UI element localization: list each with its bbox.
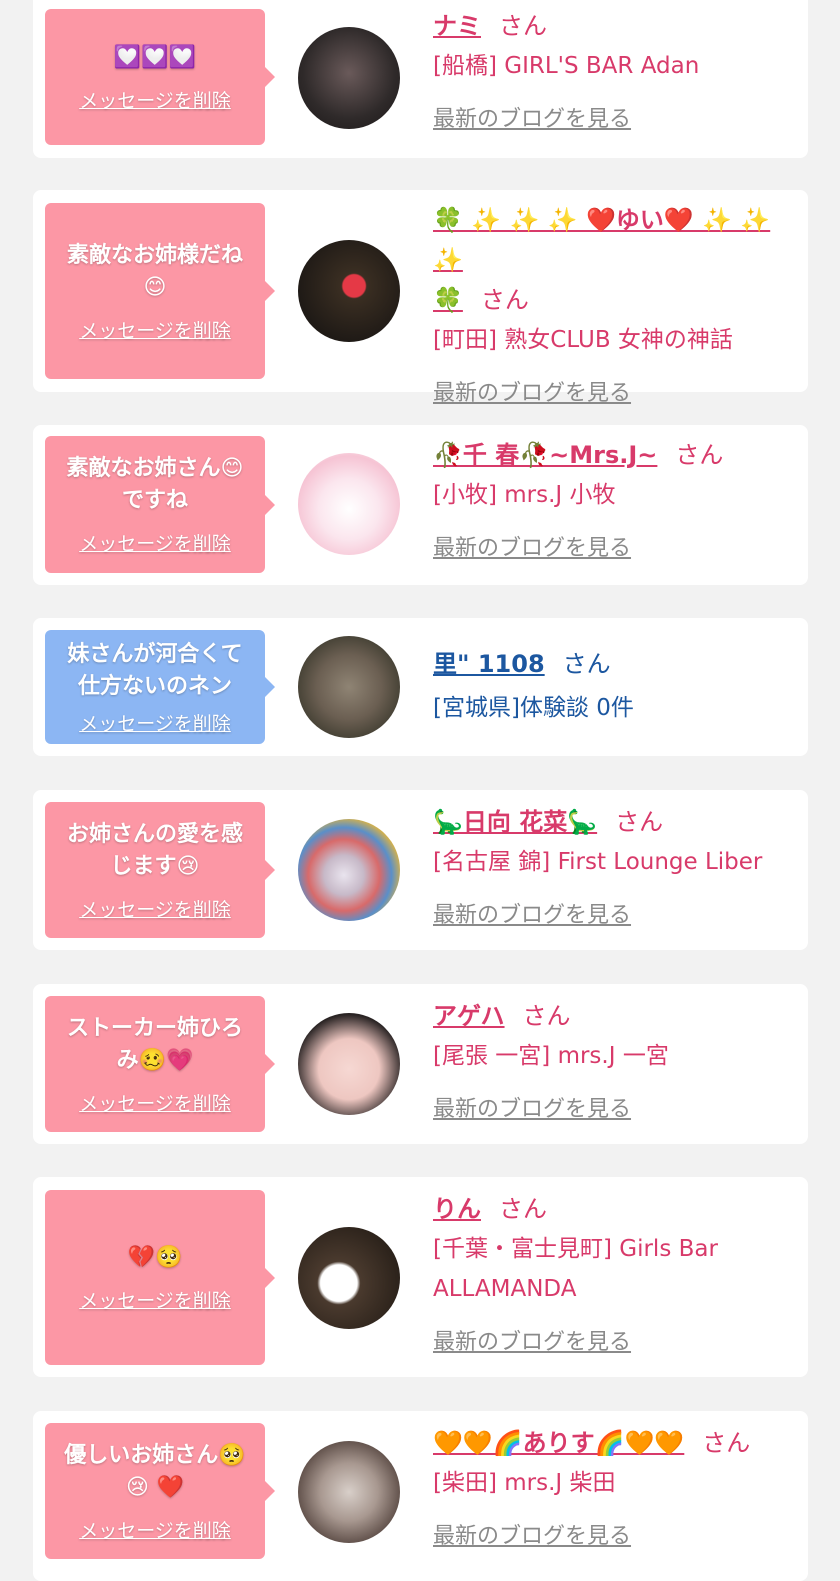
honorific: さん [562, 650, 611, 678]
shop-text: [名古屋 錦] First Lounge Liber [433, 849, 763, 875]
message-bubble: 優しいお姉さん🥺 😢 ❤️ メッセージを削除 [45, 1423, 275, 1559]
delete-message-link[interactable]: メッセージを削除 [79, 709, 231, 736]
honorific: さん [675, 441, 724, 469]
message-text-line2: 😢 ❤️ [126, 1474, 184, 1500]
avatar[interactable] [298, 636, 400, 738]
member-name-link[interactable]: りん [433, 1195, 481, 1223]
shop-text: [千葉・富士見町] Girls Bar [433, 1236, 718, 1262]
honorific: さん [615, 808, 664, 836]
member-name-link[interactable]: 🦕日向 花菜🦕 [433, 808, 597, 836]
avatar[interactable] [298, 819, 400, 921]
blog-link[interactable]: 最新のブログを見る [433, 1517, 631, 1557]
delete-message-link[interactable]: メッセージを削除 [79, 1516, 231, 1543]
message-text: お姉さんの愛を感 [66, 821, 243, 847]
member-info: 里" 1108 さん [宮城県]体験談 0件 [433, 644, 788, 728]
member-name-link[interactable]: 里" 1108 [433, 650, 545, 678]
message-text: 素敵なお姉様だね [66, 242, 243, 268]
member-name-link[interactable]: アゲハ [433, 1002, 505, 1030]
delete-message-link[interactable]: メッセージを削除 [79, 1089, 231, 1116]
member-name-link[interactable]: 🍀 ✨ ✨ ✨ ❤️ゆい❤️ ✨ ✨ ✨ [433, 206, 770, 274]
message-bubble: ストーカー姉ひろ み🥴💗 メッセージを削除 [45, 996, 275, 1132]
message-bubble: 妹さんが河合くて 仕方ないのネン メッセージを削除 [45, 630, 275, 744]
blog-link[interactable]: 最新のブログを見る [433, 374, 631, 414]
message-text-line2: 仕方ないのネン [77, 673, 232, 699]
message-card: ストーカー姉ひろ み🥴💗 メッセージを削除 アゲハ さん [尾張 一宮] mrs.… [33, 984, 808, 1144]
message-card: 妹さんが河合くて 仕方ないのネン メッセージを削除 里" 1108 さん [宮城県… [33, 618, 808, 756]
avatar[interactable] [298, 1227, 400, 1329]
message-text: 素敵なお姉さん😊 [66, 456, 244, 481]
message-text: 優しいお姉さん🥺 [64, 1442, 246, 1468]
message-card: 優しいお姉さん🥺 😢 ❤️ メッセージを削除 🧡🧡🌈ありす🌈🧡🧡 さん [柴田] … [33, 1411, 808, 1581]
blog-link[interactable]: 最新のブログを見る [433, 1090, 631, 1130]
honorific: さん [480, 286, 529, 314]
honorific: さん [499, 1195, 547, 1223]
message-card: 💟💟💟 メッセージを削除 ナミ さん [船橋] GIRL'S BAR Adan 最… [33, 0, 808, 158]
member-info: 🧡🧡🌈ありす🌈🧡🧡 さん [柴田] mrs.J 柴田 最新のブログを見る [433, 1423, 788, 1557]
shop-text: [柴田] mrs.J 柴田 [433, 1470, 616, 1496]
message-text: ストーカー姉ひろ [66, 1015, 243, 1041]
message-card: 素敵なお姉さん😊 ですね メッセージを削除 🥀千 春🥀~Mrs.J~ さん [小牧… [33, 425, 808, 585]
delete-message-link[interactable]: メッセージを削除 [79, 1286, 231, 1313]
blog-link[interactable]: 最新のブログを見る [433, 1323, 631, 1363]
shop-text: [宮城県]体験談 0件 [433, 695, 634, 721]
honorific: さん [499, 12, 547, 40]
member-info: ナミ さん [船橋] GIRL'S BAR Adan 最新のブログを見る [433, 6, 788, 140]
avatar[interactable] [298, 240, 400, 342]
delete-message-link[interactable]: メッセージを削除 [79, 895, 231, 922]
message-card: お姉さんの愛を感 じます😢 メッセージを削除 🦕日向 花菜🦕 さん [名古屋 錦]… [33, 790, 808, 950]
delete-message-link[interactable]: メッセージを削除 [79, 86, 231, 113]
blog-link[interactable]: 最新のブログを見る [433, 896, 631, 936]
member-name-link[interactable]: 🧡🧡🌈ありす🌈🧡🧡 [433, 1429, 684, 1457]
avatar[interactable] [298, 1441, 400, 1543]
message-bubble: 💔🥺 メッセージを削除 [45, 1190, 275, 1365]
avatar[interactable] [298, 1013, 400, 1115]
member-name-link-cont[interactable]: 🍀 [433, 286, 463, 314]
message-text-line2: み🥴💗 [116, 1047, 194, 1073]
message-bubble: 素敵なお姉さん😊 ですね メッセージを削除 [45, 436, 275, 573]
delete-message-link[interactable]: メッセージを削除 [79, 316, 231, 343]
shop-text-line2: ALLAMANDA [433, 1276, 577, 1302]
shop-text: [町田] 熟女CLUB 女神の神話 [433, 327, 733, 353]
member-info: 🍀 ✨ ✨ ✨ ❤️ゆい❤️ ✨ ✨ ✨ 🍀 さん [町田] 熟女CLUB 女神の… [433, 200, 788, 414]
message-text: 💔🥺 [127, 1245, 183, 1270]
shop-text: [小牧] mrs.J 小牧 [433, 482, 616, 508]
honorific: さん [702, 1429, 751, 1457]
message-text: 妹さんが河合くて [67, 641, 243, 667]
message-bubble: 素敵なお姉様だね 😊 メッセージを削除 [45, 203, 275, 379]
member-name-link[interactable]: ナミ [433, 12, 481, 40]
member-info: 🥀千 春🥀~Mrs.J~ さん [小牧] mrs.J 小牧 最新のブログを見る [433, 435, 788, 569]
message-bubble: お姉さんの愛を感 じます😢 メッセージを削除 [45, 802, 275, 938]
avatar[interactable] [298, 453, 400, 555]
message-text: 💟💟💟 [113, 44, 197, 70]
member-info: アゲハ さん [尾張 一宮] mrs.J 一宮 最新のブログを見る [433, 996, 788, 1130]
delete-message-link[interactable]: メッセージを削除 [79, 529, 231, 556]
message-text-line2: じます😢 [110, 853, 200, 879]
member-info: りん さん [千葉・富士見町] Girls Bar ALLAMANDA 最新のブロ… [433, 1189, 788, 1363]
message-card: 素敵なお姉様だね 😊 メッセージを削除 🍀 ✨ ✨ ✨ ❤️ゆい❤️ ✨ ✨ ✨… [33, 190, 808, 406]
blog-link[interactable]: 最新のブログを見る [433, 100, 631, 140]
honorific: さん [522, 1002, 571, 1030]
avatar[interactable] [298, 27, 400, 129]
message-card: 💔🥺 メッセージを削除 りん さん [千葉・富士見町] Girls Bar ALL… [33, 1177, 808, 1377]
member-info: 🦕日向 花菜🦕 さん [名古屋 錦] First Lounge Liber 最新の… [433, 802, 788, 936]
shop-text: [尾張 一宮] mrs.J 一宮 [433, 1043, 669, 1069]
blog-link[interactable]: 最新のブログを見る [433, 529, 631, 569]
shop-text: [船橋] GIRL'S BAR Adan [433, 53, 700, 79]
message-text-line2: ですね [121, 488, 188, 513]
member-name-link[interactable]: 🥀千 春🥀~Mrs.J~ [433, 441, 657, 469]
message-emoji: 😊 [143, 274, 167, 300]
message-bubble: 💟💟💟 メッセージを削除 [45, 9, 275, 145]
